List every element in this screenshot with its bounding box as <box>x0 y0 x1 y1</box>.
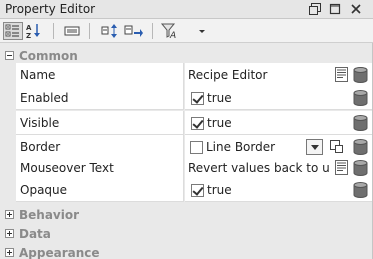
collapse-icon[interactable] <box>5 51 14 60</box>
expand-icon[interactable] <box>5 210 14 219</box>
panel-title: Property Editor <box>5 2 96 16</box>
toolbar-separator <box>53 23 54 39</box>
filter-icon[interactable]: A <box>160 22 182 40</box>
svg-text:A: A <box>26 24 32 32</box>
name-value[interactable]: Recipe Editor <box>188 68 267 82</box>
edit-border-icon[interactable] <box>330 139 343 154</box>
category-behavior[interactable]: Behavior <box>0 205 372 224</box>
property-name-cell: Opaque <box>16 178 184 202</box>
property-binding-icon[interactable] <box>353 139 368 155</box>
property-label: Mouseover Text <box>20 161 114 175</box>
maximize-icon[interactable] <box>328 2 342 16</box>
property-binding-icon[interactable] <box>353 67 368 83</box>
expand-icon[interactable] <box>5 248 14 257</box>
edit-text-icon[interactable] <box>335 160 348 175</box>
visible-checkbox[interactable] <box>191 117 204 130</box>
property-value-cell: true <box>185 86 372 110</box>
checkbox-label: true <box>207 91 232 105</box>
property-label: Visible <box>20 116 60 130</box>
float-window-icon[interactable] <box>308 2 322 16</box>
title-bar: Property Editor <box>0 0 373 19</box>
expand-icon[interactable] <box>5 229 14 238</box>
property-name-cell: Enabled <box>16 86 184 110</box>
category-label: Common <box>19 49 78 63</box>
category-label: Behavior <box>19 208 80 222</box>
property-label: Name <box>20 68 56 82</box>
property-name-cell: Mouseover Text <box>16 156 184 180</box>
move-right-icon[interactable] <box>123 22 143 40</box>
property-row-enabled: Enabled true <box>0 86 372 111</box>
property-name-cell: Name <box>16 63 184 87</box>
property-value-cell[interactable]: Revert values back to usir <box>185 156 372 180</box>
property-row-opaque: Opaque true <box>0 178 372 203</box>
property-name-cell: Visible <box>16 111 184 135</box>
property-label: Enabled <box>20 91 69 105</box>
property-row-visible: Visible true <box>0 111 372 136</box>
category-data[interactable]: Data <box>0 224 372 243</box>
property-label: Opaque <box>20 183 68 197</box>
property-binding-icon[interactable] <box>353 115 368 131</box>
border-dropdown-button[interactable] <box>306 139 323 155</box>
svg-text:Z: Z <box>26 32 31 40</box>
properties-icon[interactable] <box>62 22 82 40</box>
opaque-checkbox[interactable] <box>191 184 204 197</box>
property-value-cell[interactable]: Recipe Editor <box>185 63 372 87</box>
property-grid: Common Name Recipe Editor Enabled true V… <box>0 43 373 259</box>
property-binding-icon[interactable] <box>353 182 368 198</box>
checkbox-label: true <box>207 183 232 197</box>
close-icon[interactable] <box>349 2 363 16</box>
edit-text-icon[interactable] <box>335 67 348 82</box>
mouseover-text-value[interactable]: Revert values back to usir <box>188 161 330 175</box>
category-label: Appearance <box>19 246 100 259</box>
category-label: Data <box>19 227 51 241</box>
border-swatch <box>190 141 203 154</box>
category-appearance[interactable]: Appearance <box>0 243 372 259</box>
property-row-name: Name Recipe Editor <box>0 63 372 88</box>
property-binding-icon[interactable] <box>353 160 368 176</box>
property-label: Border <box>20 140 61 154</box>
property-value-cell: true <box>185 178 372 202</box>
border-value: Line Border <box>206 140 276 154</box>
property-binding-icon[interactable] <box>353 90 368 106</box>
categorized-view-icon[interactable] <box>3 22 23 40</box>
move-up-down-icon[interactable] <box>100 22 120 40</box>
toolbar-separator <box>152 23 153 39</box>
svg-text:A: A <box>169 31 176 40</box>
toolbar-separator <box>89 23 90 39</box>
toolbar: A Z A <box>0 19 373 43</box>
enabled-checkbox[interactable] <box>191 92 204 105</box>
property-value-cell: true <box>185 111 372 135</box>
checkbox-label: true <box>207 116 232 130</box>
chevron-down-icon[interactable] <box>196 22 208 40</box>
alphabetical-sort-icon[interactable]: A Z <box>25 22 45 40</box>
